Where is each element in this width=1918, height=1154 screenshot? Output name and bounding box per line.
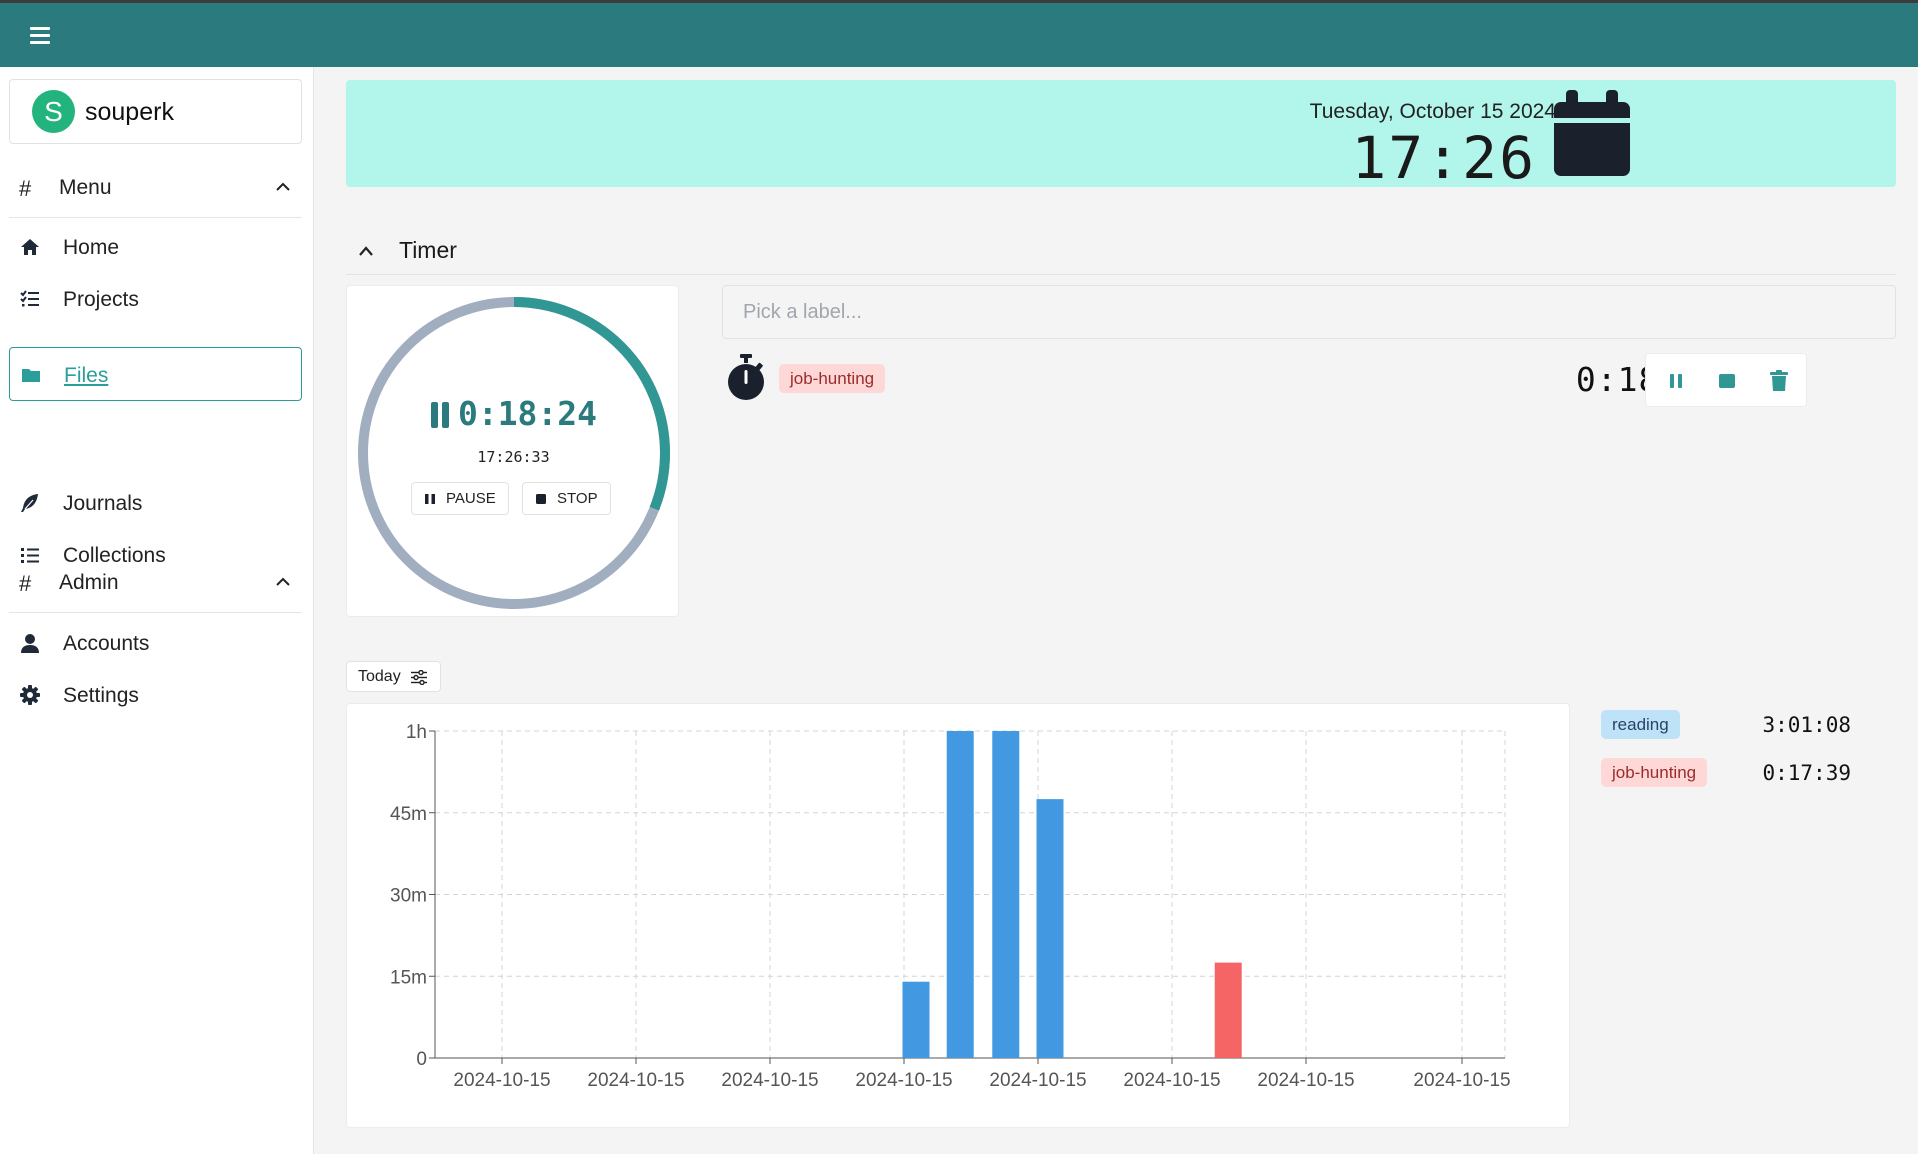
checklist-icon — [20, 290, 39, 307]
chart-bar — [902, 981, 930, 1058]
chevron-up-icon — [359, 246, 373, 256]
x-tick-label: 2024-10-15 — [989, 1070, 1086, 1091]
sidebar: S souperk # Menu Home Projects Files Jou… — [0, 67, 314, 1154]
chart-bar — [992, 731, 1020, 1058]
today-filter-button[interactable]: Today — [346, 661, 441, 692]
clock-banner: Tuesday, October 15 2024 17:26 — [346, 80, 1896, 192]
stop-icon — [536, 493, 546, 504]
sidebar-item-label: Settings — [63, 684, 139, 707]
time-chart-card: 0 15m 30m 45m 1h 2024-10-15 2024-10-15 2024-10-… — [346, 703, 1570, 1128]
sidebar-item-label: Accounts — [63, 632, 150, 655]
y-tick-label: 30m — [390, 886, 427, 907]
top-bar — [0, 3, 1918, 67]
menu-section-label: Menu — [59, 176, 112, 199]
gear-icon — [20, 685, 40, 705]
chart-bar — [1036, 799, 1064, 1058]
stop-label: STOP — [557, 490, 598, 507]
sidebar-item-label: Files — [64, 364, 109, 387]
entry-actions — [1645, 353, 1807, 407]
summary-row: job-hunting 0:17:39 — [1601, 755, 1901, 791]
sidebar-item-files[interactable]: Files — [9, 347, 302, 401]
sidebar-item-label: Projects — [63, 288, 139, 311]
sidebar-item-projects[interactable]: Projects — [9, 272, 302, 326]
admin-section-label: Admin — [59, 571, 119, 594]
x-tick-label: 2024-10-15 — [855, 1070, 952, 1091]
calendar-icon — [1554, 90, 1630, 176]
user-card[interactable]: S souperk — [9, 79, 302, 144]
hamburger-icon[interactable] — [26, 23, 54, 47]
x-tick-label: 2024-10-15 — [453, 1070, 550, 1091]
sidebar-item-accounts[interactable]: Accounts — [9, 616, 302, 670]
timer-section-label: Timer — [399, 237, 457, 263]
username: souperk — [85, 98, 174, 126]
timer-elapsed: 0:18:24 — [347, 394, 680, 433]
y-tick-label: 0 — [416, 1049, 427, 1070]
feather-icon — [21, 494, 38, 512]
admin-section-header[interactable]: # Admin — [9, 553, 302, 613]
sliders-icon — [411, 670, 427, 685]
chart-bar — [1214, 962, 1242, 1058]
stop-button[interactable]: STOP — [522, 482, 611, 515]
folder-icon — [22, 369, 40, 382]
main-content: Tuesday, October 15 2024 17:26 Timer 0:1… — [315, 67, 1918, 1154]
x-tick-label: 2024-10-15 — [1413, 1070, 1510, 1091]
pause-button[interactable]: PAUSE — [411, 482, 509, 515]
y-tick-label: 1h — [406, 722, 427, 743]
sidebar-item-home[interactable]: Home — [9, 220, 302, 274]
timer-elapsed-value: 0:18:24 — [457, 394, 598, 433]
stop-entry-button[interactable] — [1717, 370, 1737, 392]
hash-icon: # — [19, 176, 32, 201]
home-icon — [21, 239, 39, 255]
delete-entry-button[interactable] — [1769, 370, 1789, 392]
sidebar-item-journals[interactable]: Journals — [9, 476, 302, 530]
pause-icon — [430, 402, 449, 428]
x-tick-label: 2024-10-15 — [587, 1070, 684, 1091]
sidebar-item-settings[interactable]: Settings — [9, 668, 302, 722]
summary-time: 3:01:08 — [1762, 713, 1851, 737]
hash-icon: # — [19, 571, 32, 596]
pause-entry-button[interactable] — [1666, 370, 1686, 392]
avatar: S — [32, 90, 75, 133]
y-tick-label: 15m — [390, 967, 427, 988]
sidebar-item-label: Home — [63, 236, 120, 259]
menu-section-header[interactable]: # Menu — [9, 158, 302, 218]
summary-label-badge[interactable]: job-hunting — [1601, 758, 1708, 787]
chevron-up-icon — [276, 182, 290, 191]
pause-label: PAUSE — [446, 490, 496, 507]
summary-label-badge[interactable]: reading — [1601, 710, 1680, 739]
x-tick-label: 2024-10-15 — [721, 1070, 818, 1091]
label-picker-input[interactable] — [722, 285, 1896, 339]
entry-time: 0:18:24 — [722, 360, 1722, 399]
clock-time: 17:26 — [1351, 124, 1536, 192]
timer-current-time: 17:26:33 — [477, 448, 550, 466]
timer-card: 0:18:24 17:26:33 PAUSE STOP — [346, 285, 679, 617]
timer-section-header[interactable]: Timer — [346, 227, 1896, 275]
clock-date: Tuesday, October 15 2024 — [1309, 100, 1556, 123]
today-filter-label: Today — [358, 668, 401, 685]
summary-row: reading 3:01:08 — [1601, 707, 1901, 743]
pause-icon — [425, 493, 435, 504]
x-tick-label: 2024-10-15 — [1123, 1070, 1220, 1091]
summary-time: 0:17:39 — [1762, 761, 1851, 785]
sidebar-item-label: Journals — [63, 492, 143, 515]
chart-bar — [946, 731, 974, 1058]
x-tick-label: 2024-10-15 — [1257, 1070, 1354, 1091]
chevron-up-icon — [276, 577, 290, 586]
time-bar-chart: 0 15m 30m 45m 1h 2024-10-15 2024-10-15 2024-10-… — [390, 722, 1511, 1091]
user-icon — [21, 634, 39, 653]
y-tick-label: 45m — [390, 804, 427, 825]
